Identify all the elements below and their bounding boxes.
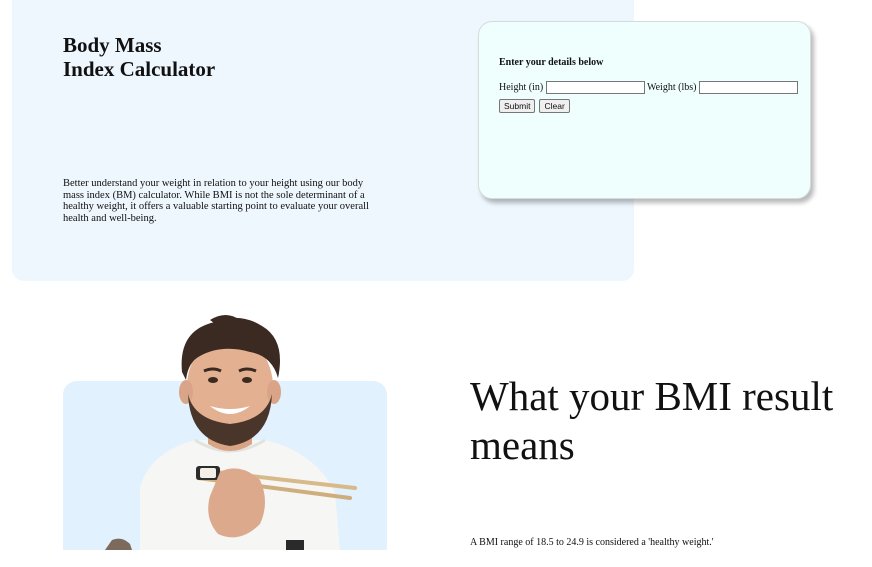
bmi-calculator-card: Enter your details below Height (in) Wei… [478,21,811,199]
bmi-result-heading: What your BMI result means [470,373,834,468]
hero-description: Better understand your weight in relatio… [63,178,369,224]
man-eating-sushi-photo [100,312,360,550]
height-input[interactable] [545,81,645,95]
weight-input[interactable] [698,81,798,95]
calculator-form: Height (in) Weight (lbs) [499,81,809,95]
calculator-buttons: Submit Clear [499,96,570,114]
weight-label: Weight (lbs) [646,82,697,93]
page-title-line2: Index Calculator [63,57,216,81]
page-title-line1: Body Mass [63,33,162,57]
clear-button[interactable]: Clear [539,99,570,113]
page-title: Body Mass Index Calculator [63,33,215,81]
height-label: Height (in) [499,82,544,93]
calculator-heading: Enter your details below [499,57,604,68]
bmi-range-text: A BMI range of 18.5 to 24.9 is considere… [470,537,714,548]
submit-button[interactable]: Submit [499,99,536,113]
